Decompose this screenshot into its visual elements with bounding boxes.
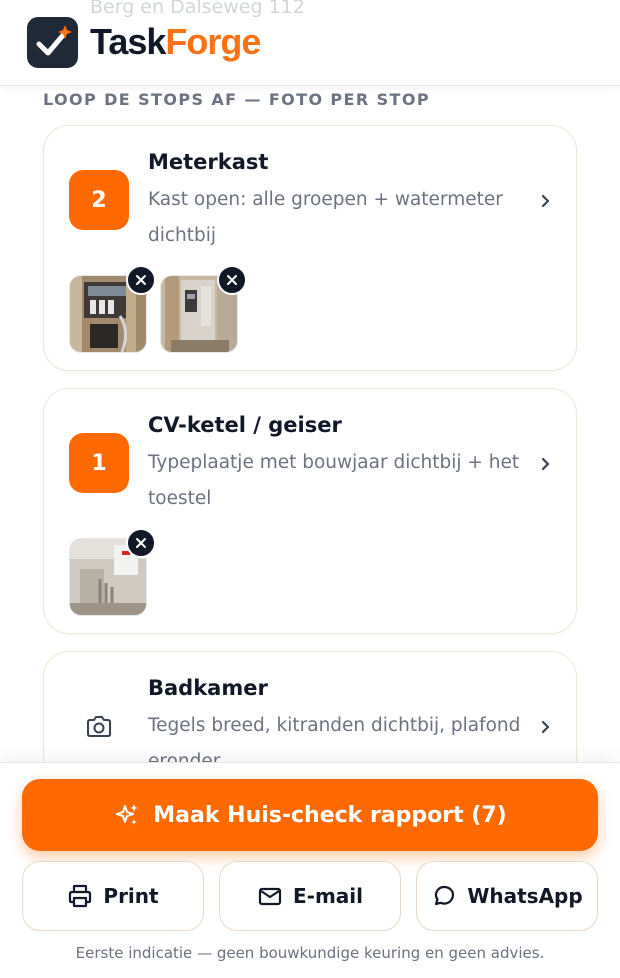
sparkles-icon: [116, 804, 139, 825]
scrolled-address-text: Berg en Dalseweg 112: [90, 0, 305, 18]
whatsapp-button[interactable]: WhatsApp: [416, 861, 598, 931]
stop-card-cv-ketel[interactable]: 1 CV-ketel / geiser Typeplaatje met bouw…: [43, 388, 577, 634]
generate-report-button[interactable]: Maak Huis-check rapport (7): [22, 779, 598, 851]
close-icon: [227, 275, 237, 285]
mail-icon: [258, 887, 282, 906]
close-icon: [136, 275, 146, 285]
chevron-right-icon: [541, 457, 550, 471]
app-header: Berg en Dalseweg 112 TaskForge: [0, 0, 620, 86]
brand-name: TaskForge: [90, 21, 261, 63]
print-button[interactable]: Print: [22, 861, 204, 931]
camera-icon: [87, 716, 111, 737]
stop-title: Badkamer: [148, 676, 268, 700]
chat-bubble-icon: [435, 885, 455, 906]
email-label: E-mail: [292, 884, 363, 908]
disclaimer-text: Eerste indicatie — geen bouwkundige keur…: [75, 944, 545, 962]
photo-count-badge: 2: [69, 170, 129, 230]
stop-description: Typeplaatje met bouwjaar dichtbij + het …: [148, 452, 520, 509]
stop-description: Kast open: alle groepen + watermeter dic…: [148, 189, 503, 246]
logo-icon: [27, 17, 78, 68]
generate-report-label: Maak Huis-check rapport (7): [153, 802, 507, 828]
stop-title: CV-ketel / geiser: [148, 413, 342, 437]
chevron-right-icon: [541, 194, 550, 208]
brand-name-part2: Forge: [165, 21, 261, 62]
remove-photo-button[interactable]: [126, 528, 156, 558]
bottom-action-bar: Maak Huis-check rapport (7) Print E-mail…: [0, 762, 620, 978]
printer-icon: [69, 884, 92, 908]
close-icon: [136, 538, 146, 548]
chevron-right-icon: [541, 720, 550, 734]
photo-count-badge: 1: [69, 433, 129, 493]
whatsapp-label: WhatsApp: [467, 884, 583, 908]
stop-card-meterkast[interactable]: 2 Meterkast Kast open: alle groepen + wa…: [43, 125, 577, 371]
print-label: Print: [103, 884, 159, 908]
brand-name-part1: Task: [90, 21, 166, 62]
email-button[interactable]: E-mail: [219, 861, 401, 931]
stop-title: Meterkast: [148, 150, 269, 174]
section-label: LOOP DE STOPS AF — FOTO PER STOP: [43, 90, 430, 109]
remove-photo-button[interactable]: [126, 265, 156, 295]
remove-photo-button[interactable]: [217, 265, 247, 295]
